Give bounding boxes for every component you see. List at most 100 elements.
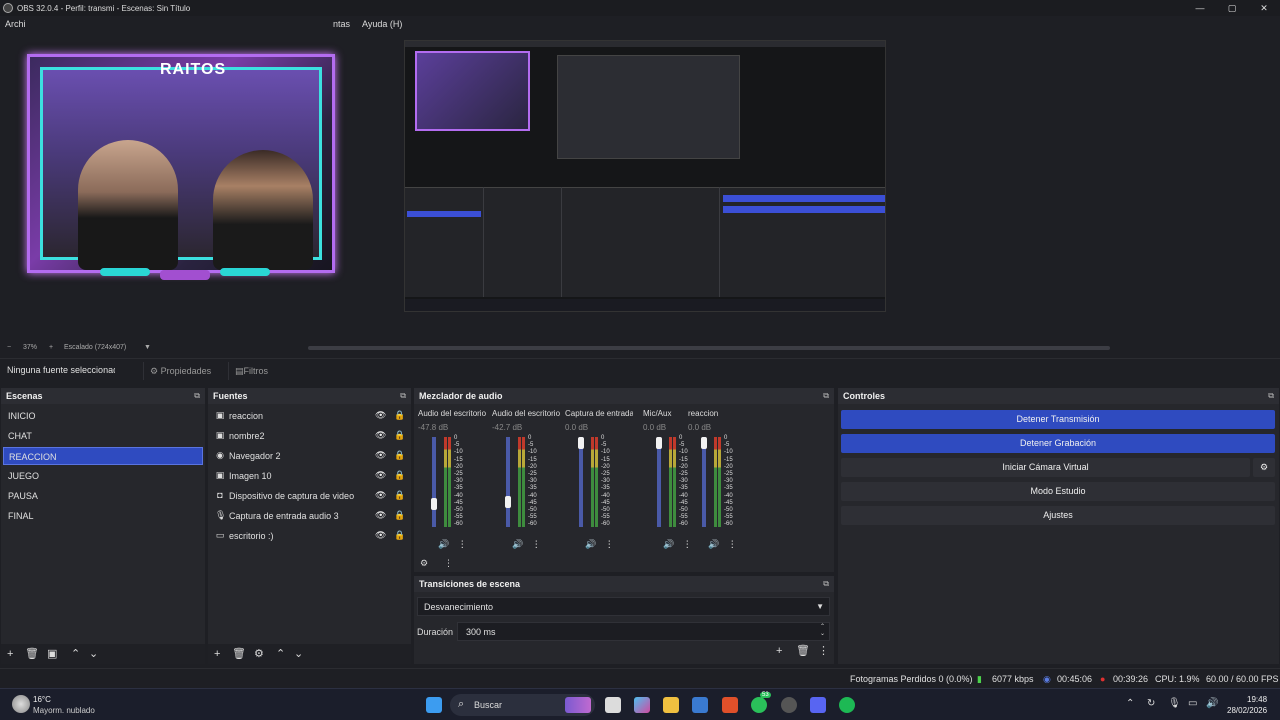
add-source-button[interactable]: + [214, 648, 220, 660]
settings-button[interactable]: Ajustes [841, 506, 1275, 525]
close-button[interactable]: ✕ [1248, 0, 1280, 16]
eye-icon[interactable]: 👁 [375, 430, 386, 441]
volume-icon[interactable]: 🔊 [1206, 698, 1218, 709]
source-item[interactable]: ▭ escritorio :) 👁 🔒 [212, 527, 408, 545]
start-virtual-camera-button[interactable]: Iniciar Cámara Virtual [841, 458, 1250, 477]
source-item[interactable]: ▣ reaccion 👁 🔒 [212, 407, 408, 425]
volume-slider-handle[interactable] [656, 437, 662, 449]
lock-icon[interactable]: 🔒 [394, 450, 405, 461]
scene-item[interactable]: JUEGO [3, 467, 203, 485]
more-options-icon[interactable]: ⋮ [532, 539, 541, 549]
lock-icon[interactable]: 🔒 [394, 490, 405, 501]
move-up-icon[interactable]: ⌃ [276, 648, 285, 660]
properties-button[interactable]: ⚙ Propiedades [143, 362, 217, 380]
volume-slider[interactable] [702, 437, 706, 527]
move-down-icon[interactable]: ⌄ [89, 648, 98, 660]
microphone-icon[interactable]: 🎙 [1168, 698, 1181, 709]
speaker-icon[interactable]: 🔊 [585, 539, 596, 549]
preview-scrollbar[interactable] [308, 346, 1110, 350]
clock-time[interactable]: 19:48 [1247, 695, 1267, 704]
studio-mode-button[interactable]: Modo Estudio [841, 482, 1275, 501]
volume-slider[interactable] [657, 437, 661, 527]
spotify-icon[interactable] [839, 697, 855, 713]
volume-slider[interactable] [432, 437, 436, 527]
copilot-icon[interactable] [634, 697, 650, 713]
preview-canvas[interactable]: RAITOS [0, 32, 1280, 342]
eye-icon[interactable]: 👁 [375, 530, 386, 541]
source-item[interactable]: ◉ Navegador 2 👁 🔒 [212, 447, 408, 465]
eye-icon[interactable]: 👁 [375, 490, 386, 501]
gear-icon[interactable]: ⚙ [254, 648, 264, 660]
add-scene-button[interactable]: + [7, 648, 13, 660]
clock-date[interactable]: 28/02/2026 [1227, 706, 1267, 715]
more-options-icon[interactable]: ⋮ [728, 539, 737, 549]
stop-streaming-button[interactable]: Detener Transmisión [841, 410, 1275, 429]
menu-file[interactable]: Archi [5, 19, 26, 29]
undock-icon[interactable]: ⧉ [823, 579, 829, 589]
minimize-button[interactable]: — [1184, 0, 1216, 16]
eye-icon[interactable]: 👁 [375, 510, 386, 521]
lock-icon[interactable]: 🔒 [394, 510, 405, 521]
scene-item-selected[interactable]: REACCION [3, 447, 203, 465]
whatsapp-icon[interactable] [751, 697, 767, 713]
speaker-icon[interactable]: 🔊 [512, 539, 523, 549]
volume-slider[interactable] [579, 437, 583, 527]
undock-icon[interactable]: ⧉ [823, 391, 829, 401]
lock-icon[interactable]: 🔒 [394, 430, 405, 441]
brave-icon[interactable] [722, 697, 738, 713]
source-item[interactable]: ▣ Imagen 10 👁 🔒 [212, 467, 408, 485]
transition-select[interactable]: Desvanecimiento ▼ [417, 597, 830, 616]
move-down-icon[interactable]: ⌄ [294, 648, 303, 660]
lock-icon[interactable]: 🔒 [394, 470, 405, 481]
scene-item[interactable]: PAUSA [3, 487, 203, 505]
scene-item[interactable]: CHAT [3, 427, 203, 445]
undock-icon[interactable]: ⧉ [194, 391, 200, 401]
network-icon[interactable]: ▭ [1188, 698, 1197, 709]
source-item[interactable]: ▣ nombre2 👁 🔒 [212, 427, 408, 445]
speaker-icon[interactable]: 🔊 [438, 539, 449, 549]
trash-icon[interactable]: 🗑 [232, 648, 246, 660]
volume-slider[interactable] [506, 437, 510, 527]
taskbar-search[interactable]: ⌕ Buscar [450, 694, 595, 716]
more-options-icon[interactable]: ⋮ [605, 539, 614, 549]
lock-icon[interactable]: 🔒 [394, 410, 405, 421]
obs-icon[interactable] [781, 697, 797, 713]
source-item[interactable]: 🎙 Captura de entrada audio 3 👁 🔒 [212, 507, 408, 525]
add-transition-button[interactable]: + [776, 645, 782, 657]
scene-item[interactable]: FINAL [3, 507, 203, 525]
trash-icon[interactable]: 🗑 [25, 648, 39, 660]
gear-icon[interactable]: ⚙ [1253, 458, 1275, 477]
stop-recording-button[interactable]: Detener Grabación [841, 434, 1275, 453]
more-options-icon[interactable]: ⋮ [458, 539, 467, 549]
zoom-in-button[interactable]: + [49, 344, 53, 351]
windows-start-icon[interactable] [426, 697, 442, 713]
scene-item[interactable]: INICIO [3, 407, 203, 425]
file-explorer-icon[interactable] [663, 697, 679, 713]
chevron-up-icon[interactable]: ⌃ [1126, 698, 1134, 709]
filters-button[interactable]: ▤Filtros [228, 362, 274, 380]
zoom-out-button[interactable]: − [7, 344, 11, 351]
sync-icon[interactable]: ↻ [1147, 698, 1155, 709]
weather-icon[interactable] [12, 695, 30, 713]
eye-icon[interactable]: 👁 [375, 450, 386, 461]
task-view-icon[interactable] [605, 697, 621, 713]
volume-slider-handle[interactable] [431, 497, 437, 510]
trash-icon[interactable]: 🗑 [796, 645, 810, 657]
speaker-icon[interactable]: 🔊 [663, 539, 674, 549]
move-up-icon[interactable]: ⌃ [71, 648, 80, 660]
undock-icon[interactable]: ⧉ [1268, 391, 1274, 401]
volume-slider-handle[interactable] [578, 437, 584, 449]
menu-tools[interactable]: ntas [333, 19, 350, 29]
source-item[interactable]: ◘ Dispositivo de captura de video 👁 🔒 [212, 487, 408, 505]
advanced-audio-icon[interactable]: ⚙ [420, 557, 428, 569]
menu-help[interactable]: Ayuda (H) [362, 19, 402, 29]
more-options-icon[interactable]: ⋮ [444, 557, 453, 569]
discord-icon[interactable] [810, 697, 826, 713]
volume-slider-handle[interactable] [701, 437, 707, 449]
volume-slider-handle[interactable] [505, 495, 511, 508]
lock-icon[interactable]: 🔒 [394, 530, 405, 541]
chevron-down-icon[interactable]: ▼ [144, 344, 151, 351]
store-icon[interactable] [692, 697, 708, 713]
more-options-icon[interactable]: ⋮ [818, 645, 829, 657]
maximize-button[interactable]: ▢ [1216, 0, 1248, 16]
